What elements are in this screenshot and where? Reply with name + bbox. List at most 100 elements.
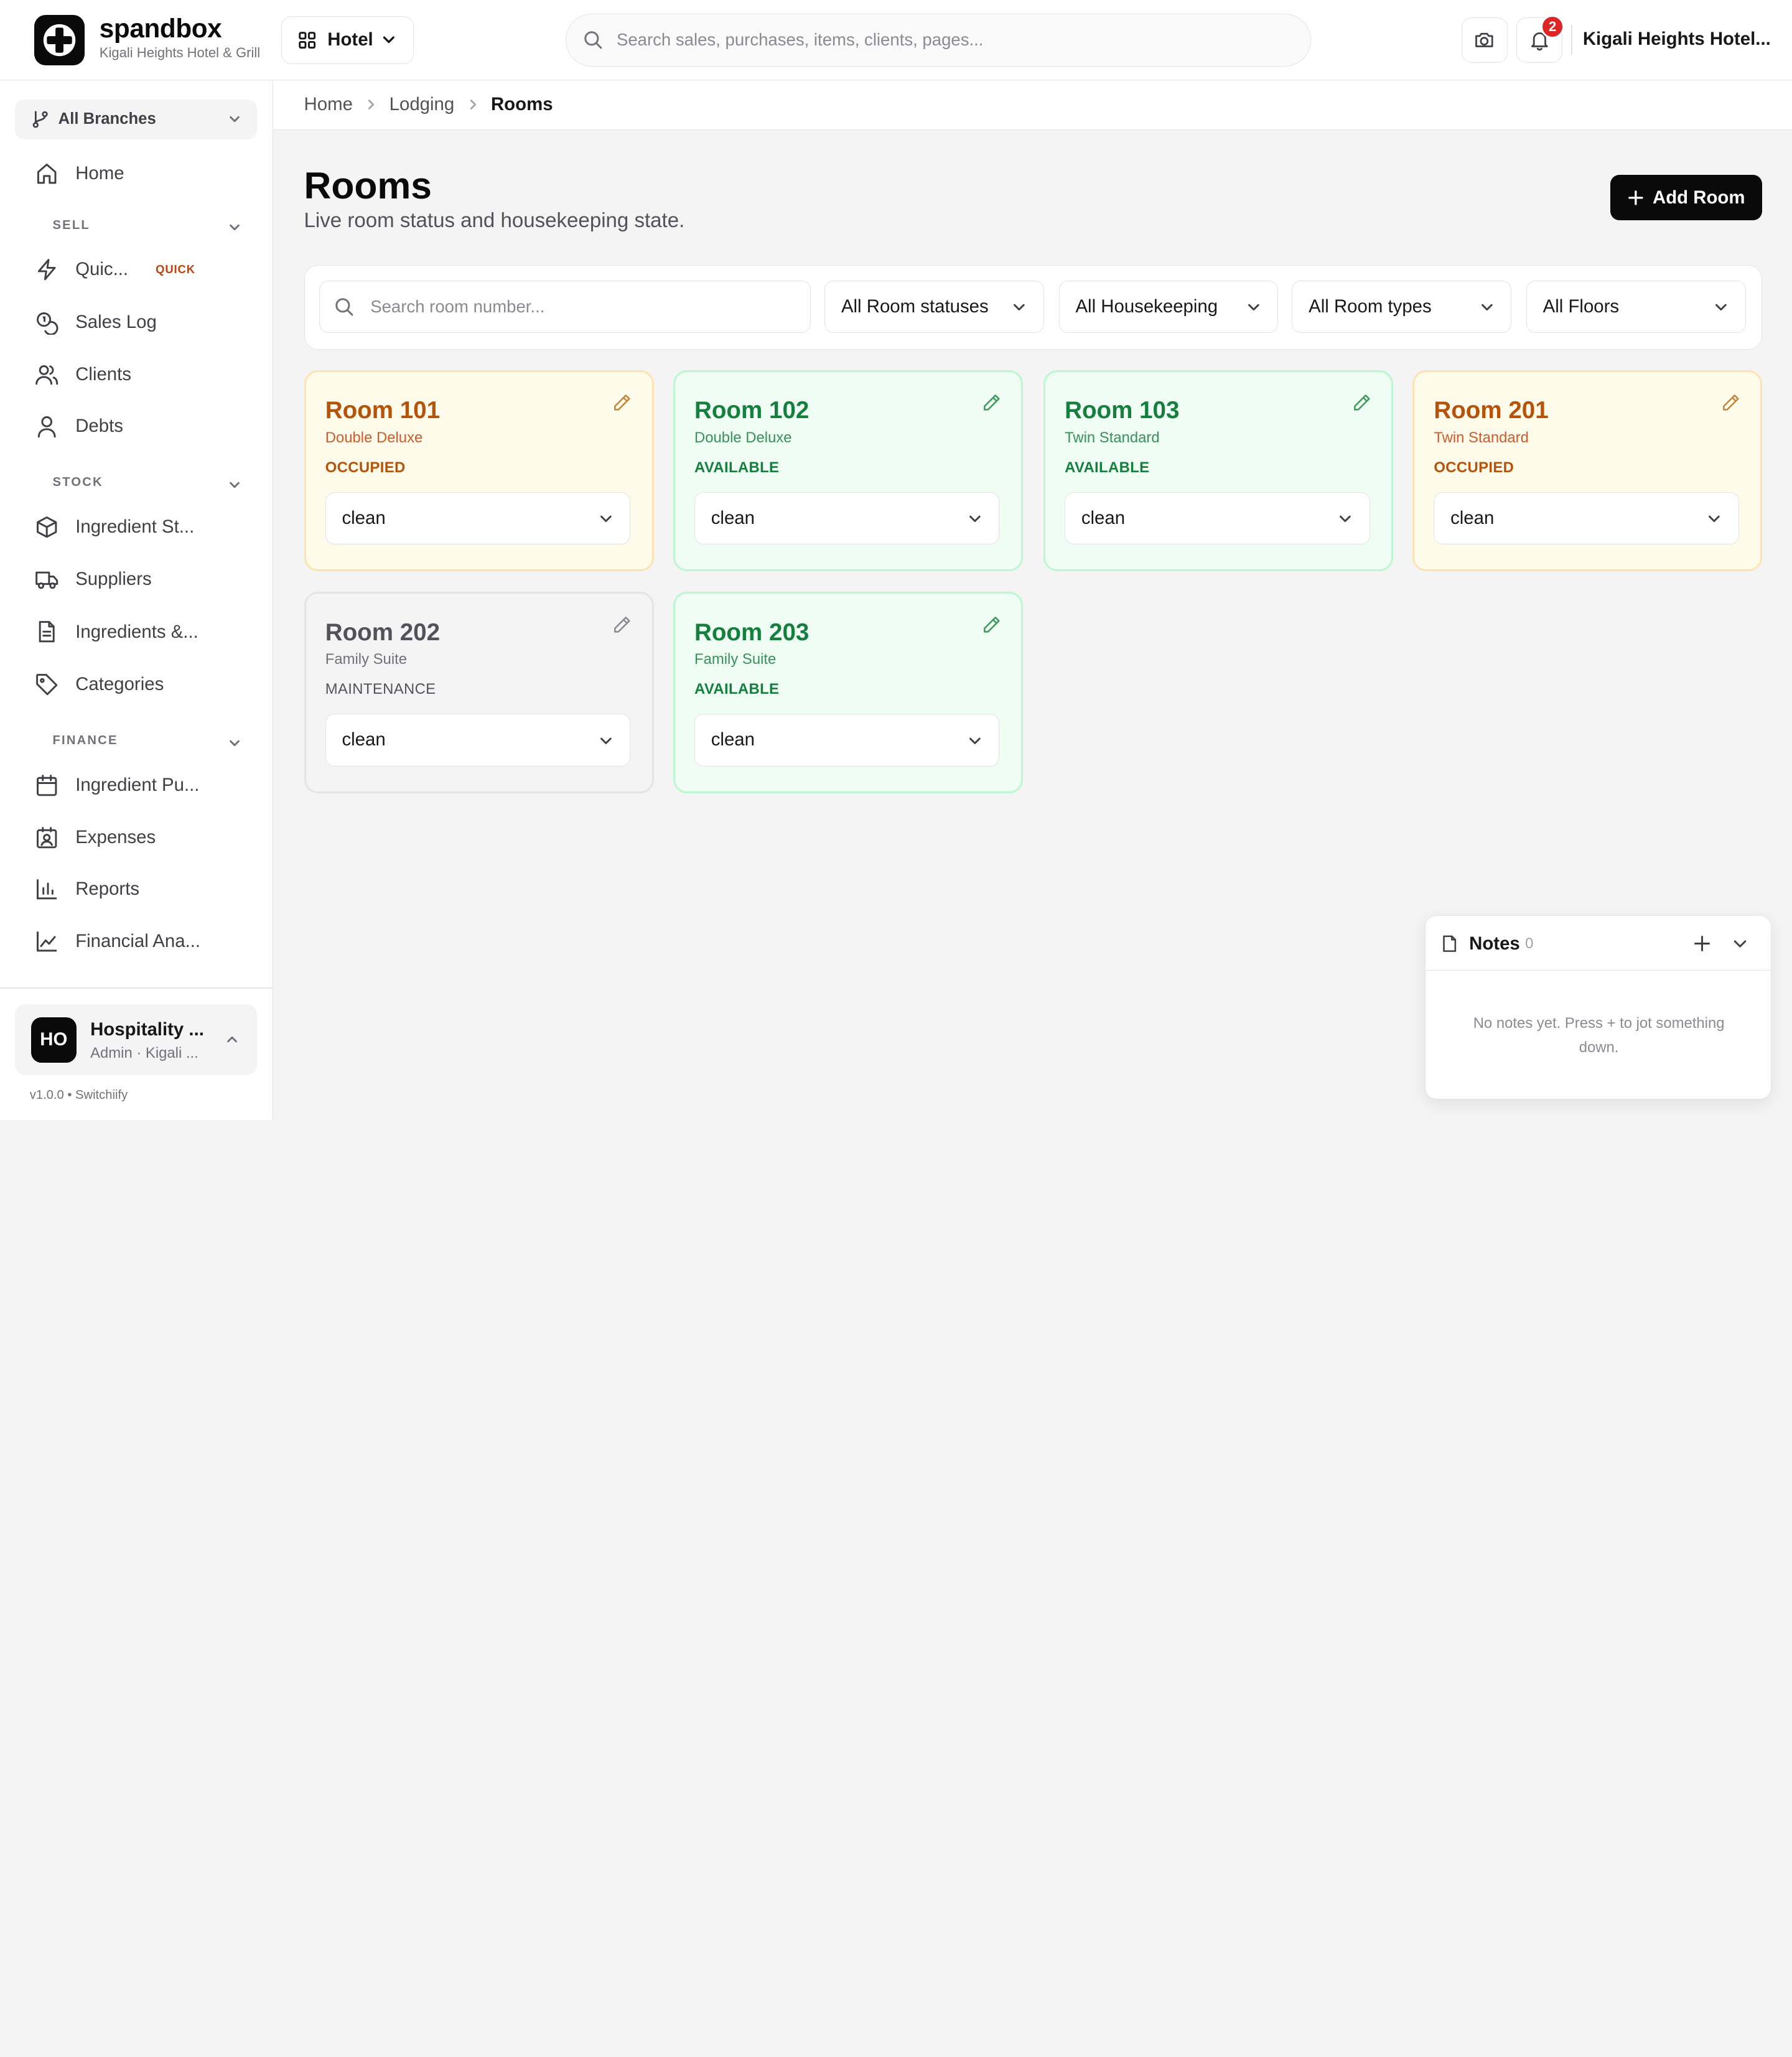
user-role: Admin · Kigali ... — [90, 1044, 198, 1061]
housekeeping-value: clean — [342, 729, 386, 750]
sidebar-item-home[interactable]: Home — [34, 157, 257, 191]
page-subtitle: Live room status and housekeeping state. — [304, 209, 685, 233]
room-type: Twin Standard — [1434, 429, 1529, 446]
user-card[interactable]: HO Hospitality ... Admin · Kigali ... — [14, 1004, 258, 1076]
sidebar-item-suppliers[interactable]: Suppliers — [34, 562, 257, 597]
git-branch-icon — [32, 111, 48, 128]
room-card[interactable]: Room 202 Family Suite MAINTENANCE clean — [304, 592, 654, 793]
add-room-button[interactable]: Add Room — [1610, 175, 1763, 221]
notes-header[interactable]: Notes 0 — [1426, 916, 1771, 971]
room-card[interactable]: Room 201 Twin Standard OCCUPIED clean — [1412, 370, 1763, 572]
tag-icon — [36, 674, 58, 696]
sidebar-item-label: Debts — [75, 416, 123, 437]
zap-icon — [37, 259, 56, 281]
room-card[interactable]: Room 101 Double Deluxe OCCUPIED clean — [304, 370, 654, 572]
sidebar-item-ingredients[interactable]: Ingredients &... — [34, 615, 257, 649]
room-status: AVAILABLE — [1065, 459, 1150, 476]
notes-panel: Notes 0 No notes yet. Press + to jot som… — [1425, 915, 1771, 1099]
home-icon — [37, 163, 57, 184]
sidebar-item-reports[interactable]: Reports — [34, 872, 257, 906]
housekeeping-value: clean — [711, 729, 755, 750]
sidebar-item-clients[interactable]: Clients — [34, 358, 257, 392]
room-type: Family Suite — [694, 651, 777, 668]
user-icon — [37, 416, 56, 438]
sidebar-item-financial-analysis[interactable]: Financial Ana... — [34, 925, 257, 959]
room-status-filter[interactable]: All Room statuses — [824, 280, 1044, 334]
line-chart-icon — [37, 931, 57, 952]
sidebar-item-quick[interactable]: Quic... QUICK — [34, 253, 257, 287]
sidebar-item-label: Categories — [75, 674, 164, 695]
sidebar-item-sales-log[interactable]: Sales Log — [34, 305, 257, 339]
pencil-icon[interactable] — [1719, 391, 1742, 414]
sidebar-item-expenses[interactable]: Expenses — [34, 821, 257, 855]
brand-logo[interactable] — [34, 14, 85, 65]
calendar-icon — [37, 774, 57, 796]
chevron-down-icon — [1248, 304, 1259, 311]
filter-value: All Floors — [1542, 296, 1620, 317]
chevron-right-icon — [368, 100, 375, 110]
housekeeping-value: clean — [1081, 508, 1126, 529]
pencil-icon[interactable] — [980, 613, 1003, 637]
housekeeping-select[interactable]: clean — [325, 492, 631, 545]
pencil-icon[interactable] — [1350, 391, 1373, 414]
sidebar-item-ingredient-stock[interactable]: Ingredient St... — [34, 510, 257, 544]
plus-icon — [1628, 190, 1643, 205]
section-label: FINANCE — [52, 734, 118, 748]
section-header-finance[interactable]: FINANCE — [52, 734, 246, 752]
sidebar-item-label: Ingredient Pu... — [75, 774, 200, 795]
sidebar-item-categories[interactable]: Categories — [34, 668, 257, 702]
page-title: Rooms — [304, 164, 432, 207]
housekeeping-filter[interactable]: All Housekeeping — [1058, 280, 1279, 334]
chevron-down-icon — [229, 225, 240, 231]
room-status: MAINTENANCE — [325, 680, 436, 697]
room-card[interactable]: Room 102 Double Deluxe AVAILABLE clean — [673, 370, 1023, 572]
sidebar-item-label: Financial Ana... — [75, 931, 201, 952]
chevron-down-icon — [1014, 304, 1025, 311]
module-switcher[interactable]: Hotel — [281, 16, 414, 64]
floor-filter[interactable]: All Floors — [1526, 280, 1746, 334]
sidebar-item-label: Sales Log — [75, 311, 157, 332]
sidebar-item-debts[interactable]: Debts — [34, 409, 257, 444]
chevron-down-icon[interactable] — [1730, 933, 1750, 954]
pencil-icon[interactable] — [980, 391, 1003, 414]
room-search-input[interactable] — [320, 281, 811, 333]
housekeeping-select[interactable]: clean — [694, 492, 1000, 545]
chevron-down-icon — [383, 36, 395, 43]
branch-selector[interactable]: All Branches — [14, 99, 258, 140]
housekeeping-select[interactable]: clean — [325, 714, 631, 767]
sticky-note-icon — [1443, 935, 1457, 952]
housekeeping-select[interactable]: clean — [1065, 492, 1370, 545]
section-header-stock[interactable]: STOCK — [52, 475, 246, 493]
breadcrumb-home[interactable]: Home — [304, 94, 353, 115]
room-card[interactable]: Room 103 Twin Standard AVAILABLE clean — [1043, 370, 1393, 572]
notes-title: Notes — [1469, 933, 1520, 954]
room-card[interactable]: Room 203 Family Suite AVAILABLE clean — [673, 592, 1023, 793]
housekeeping-select[interactable]: clean — [1434, 492, 1739, 545]
section-header-sell[interactable]: SELL — [52, 218, 246, 236]
sidebar-item-label: Ingredients &... — [75, 621, 198, 642]
plus-icon[interactable] — [1692, 933, 1712, 954]
room-type-filter[interactable]: All Room types — [1292, 280, 1512, 334]
account-menu[interactable]: Kigali Heights Hotel... — [1583, 29, 1771, 50]
housekeeping-select[interactable]: clean — [694, 714, 1000, 767]
brand-subtitle: Kigali Heights Hotel & Grill — [99, 44, 261, 60]
sidebar-item-label: Home — [75, 163, 124, 184]
grid-icon — [298, 31, 315, 49]
room-search — [319, 280, 811, 334]
users-icon — [35, 365, 58, 385]
avatar: HO — [30, 1017, 77, 1063]
pencil-icon[interactable] — [610, 391, 633, 414]
camera-button[interactable] — [1462, 17, 1508, 63]
housekeeping-value: clean — [1450, 508, 1495, 529]
camera-icon — [1475, 32, 1494, 47]
room-status: AVAILABLE — [694, 459, 780, 476]
chevron-down-icon — [969, 737, 981, 744]
package-icon — [37, 516, 57, 538]
global-search-input[interactable] — [566, 14, 1310, 66]
section-label: SELL — [52, 218, 90, 232]
breadcrumb-lodging[interactable]: Lodging — [390, 94, 455, 115]
sidebar-item-ingredient-purchases[interactable]: Ingredient Pu... — [34, 768, 257, 802]
pencil-icon[interactable] — [610, 613, 633, 637]
quick-tag: QUICK — [156, 263, 195, 276]
truck-icon — [35, 571, 58, 589]
